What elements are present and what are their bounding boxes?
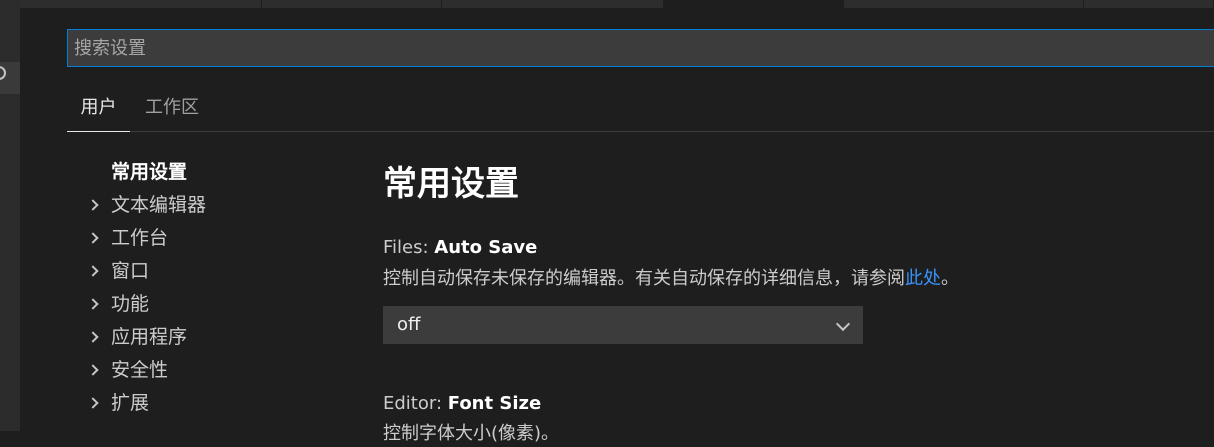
details-link[interactable]: 此处 <box>905 268 941 289</box>
chevron-right-icon <box>87 397 99 409</box>
editor-tab-strip <box>0 0 1214 8</box>
chevron-right-icon <box>87 298 99 310</box>
toc-item-label: 文本编辑器 <box>111 194 207 216</box>
toc-item-application[interactable]: 应用程序 <box>85 321 345 354</box>
toc-item-extensions[interactable]: 扩展 <box>85 387 345 420</box>
toc-item-window[interactable]: 窗口 <box>85 255 345 288</box>
setting-category: Files: <box>383 237 435 258</box>
search-box[interactable] <box>67 29 1214 67</box>
tab-fragment[interactable] <box>20 0 262 8</box>
toc-item-label: 功能 <box>111 293 150 315</box>
tab-workspace[interactable]: 工作区 <box>140 88 204 132</box>
setting-category: Editor: <box>383 393 448 414</box>
chevron-right-icon <box>87 364 99 376</box>
description-text: 控制字体大小(像素)。 <box>383 423 560 444</box>
setting-title-font-size: Editor: Font Size <box>383 391 541 417</box>
settings-main: 常用设置 Files: Auto Save 控制自动保存未保存的编辑器。有关自动… <box>383 160 1203 444</box>
toc-item-label: 应用程序 <box>111 326 188 348</box>
toc-item-workbench[interactable]: 工作台 <box>85 222 345 255</box>
tab-fragment[interactable] <box>844 0 1084 8</box>
tab-fragment-active[interactable] <box>664 0 844 8</box>
chevron-right-icon <box>87 331 99 343</box>
setting-description-font-size: 控制字体大小(像素)。 <box>383 421 559 447</box>
toc-item-label: 窗口 <box>111 260 150 282</box>
toc-item-text-editor[interactable]: 文本编辑器 <box>85 189 345 222</box>
chevron-right-icon <box>87 232 99 244</box>
setting-title-auto-save: Files: Auto Save <box>383 235 537 261</box>
description-text: 控制自动保存未保存的编辑器。有关自动保存的详细信息，请参阅 <box>383 268 905 289</box>
toc-item-label: 扩展 <box>111 392 150 414</box>
description-text-end: 。 <box>941 268 959 289</box>
toc-item-label: 安全性 <box>111 359 169 381</box>
toc-item-common[interactable]: 常用设置 <box>85 156 345 189</box>
section-title: 常用设置 <box>383 164 519 204</box>
setting-name: Auto Save <box>434 237 538 258</box>
toc-item-label: 工作台 <box>111 227 169 249</box>
setting-description-auto-save: 控制自动保存未保存的编辑器。有关自动保存的详细信息，请参阅此处。 <box>383 266 959 292</box>
chevron-right-icon <box>87 199 99 211</box>
scope-tabs: 用户 工作区 <box>67 88 1214 132</box>
auto-save-select[interactable]: off <box>383 306 863 344</box>
tab-fragment[interactable] <box>262 0 442 8</box>
chevron-right-icon <box>87 265 99 277</box>
tab-fragment[interactable] <box>442 0 664 8</box>
activity-bar <box>0 0 20 431</box>
chevron-down-icon <box>835 316 851 332</box>
search-input[interactable] <box>68 30 1214 66</box>
toc-item-label: 常用设置 <box>111 161 188 183</box>
settings-toc: 常用设置 文本编辑器 工作台 窗口 功能 应用程序 安全性 扩展 <box>85 156 345 420</box>
tab-fragment[interactable] <box>1084 0 1214 8</box>
select-value: off <box>397 314 421 335</box>
tab-user[interactable]: 用户 <box>67 88 130 132</box>
toc-item-security[interactable]: 安全性 <box>85 354 345 387</box>
setting-name: Font Size <box>447 393 542 414</box>
toc-item-features[interactable]: 功能 <box>85 288 345 321</box>
